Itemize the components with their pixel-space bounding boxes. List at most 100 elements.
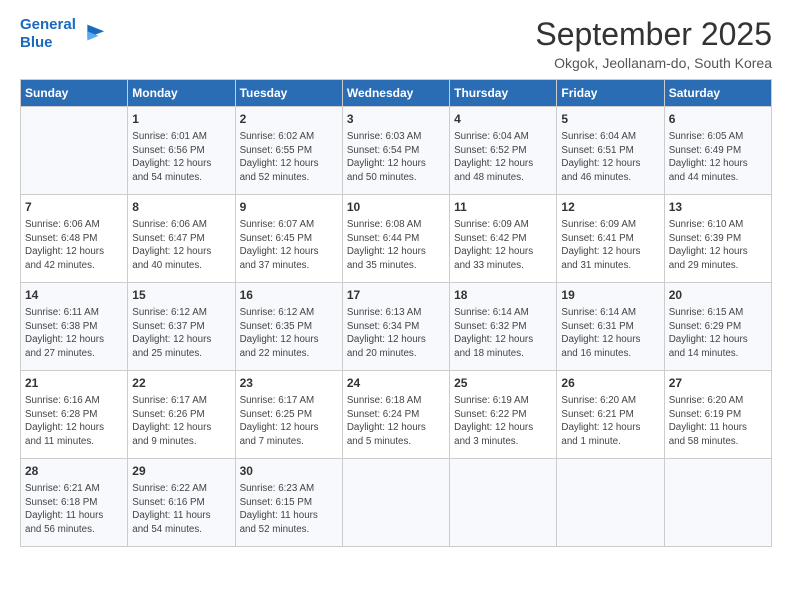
day-number: 26 <box>561 375 659 392</box>
day-info: Sunrise: 6:17 AM Sunset: 6:26 PM Dayligh… <box>132 394 230 449</box>
day-number: 21 <box>25 375 123 392</box>
day-info: Sunrise: 6:09 AM Sunset: 6:41 PM Dayligh… <box>561 218 659 273</box>
day-number: 18 <box>454 287 552 304</box>
day-number: 2 <box>240 111 338 128</box>
calendar-cell <box>557 459 664 547</box>
day-number: 19 <box>561 287 659 304</box>
day-info: Sunrise: 6:03 AM Sunset: 6:54 PM Dayligh… <box>347 130 445 185</box>
calendar-cell: 1Sunrise: 6:01 AM Sunset: 6:56 PM Daylig… <box>128 107 235 195</box>
day-number: 5 <box>561 111 659 128</box>
logo: General Blue <box>20 16 106 52</box>
col-header-thursday: Thursday <box>450 80 557 107</box>
calendar-cell <box>450 459 557 547</box>
day-number: 17 <box>347 287 445 304</box>
title-block: September 2025 Okgok, Jeollanam-do, Sout… <box>535 16 772 71</box>
location-subtitle: Okgok, Jeollanam-do, South Korea <box>535 55 772 71</box>
col-header-friday: Friday <box>557 80 664 107</box>
calendar-cell: 17 Sunrise: 6:13 AM Sunset: 6:34 PM Dayli… <box>342 283 449 371</box>
calendar-cell: 3 Sunrise: 6:03 AM Sunset: 6:54 PM Daylig… <box>342 107 449 195</box>
calendar-cell <box>664 459 771 547</box>
day-info: Sunrise: 6:01 AM Sunset: 6:56 PM Dayligh… <box>132 130 230 185</box>
calendar-cell: 28 Sunrise: 6:21 AM Sunset: 6:18 PM Dayli… <box>21 459 128 547</box>
month-title: September 2025 <box>535 16 772 53</box>
day-info: Sunrise: 6:09 AM Sunset: 6:42 PM Dayligh… <box>454 218 552 273</box>
day-info: Sunrise: 6:14 AM Sunset: 6:32 PM Dayligh… <box>454 306 552 361</box>
day-number: 25 <box>454 375 552 392</box>
day-number: 24 <box>347 375 445 392</box>
day-number: 28 <box>25 463 123 480</box>
day-info: Sunrise: 6:06 AM Sunset: 6:48 PM Dayligh… <box>25 218 123 273</box>
day-info: Sunrise: 6:04 AM Sunset: 6:51 PM Dayligh… <box>561 130 659 185</box>
day-info: Sunrise: 6:07 AM Sunset: 6:45 PM Dayligh… <box>240 218 338 273</box>
calendar-cell: 23 Sunrise: 6:17 AM Sunset: 6:25 PM Dayli… <box>235 371 342 459</box>
day-number: 14 <box>25 287 123 304</box>
day-info: Sunrise: 6:10 AM Sunset: 6:39 PM Dayligh… <box>669 218 767 273</box>
day-info: Sunrise: 6:06 AM Sunset: 6:47 PM Dayligh… <box>132 218 230 273</box>
week-row-1: 1Sunrise: 6:01 AM Sunset: 6:56 PM Daylig… <box>21 107 772 195</box>
calendar-cell <box>342 459 449 547</box>
col-header-sunday: Sunday <box>21 80 128 107</box>
calendar-cell: 5 Sunrise: 6:04 AM Sunset: 6:51 PM Daylig… <box>557 107 664 195</box>
week-row-5: 28 Sunrise: 6:21 AM Sunset: 6:18 PM Dayli… <box>21 459 772 547</box>
calendar-cell: 7 Sunrise: 6:06 AM Sunset: 6:48 PM Daylig… <box>21 195 128 283</box>
calendar-cell: 2 Sunrise: 6:02 AM Sunset: 6:55 PM Daylig… <box>235 107 342 195</box>
day-info: Sunrise: 6:02 AM Sunset: 6:55 PM Dayligh… <box>240 130 338 185</box>
day-info: Sunrise: 6:20 AM Sunset: 6:19 PM Dayligh… <box>669 394 767 449</box>
calendar-cell: 10 Sunrise: 6:08 AM Sunset: 6:44 PM Dayli… <box>342 195 449 283</box>
calendar-table: SundayMondayTuesdayWednesdayThursdayFrid… <box>20 79 772 547</box>
day-number: 3 <box>347 111 445 128</box>
day-info: Sunrise: 6:11 AM Sunset: 6:38 PM Dayligh… <box>25 306 123 361</box>
day-info: Sunrise: 6:13 AM Sunset: 6:34 PM Dayligh… <box>347 306 445 361</box>
day-info: Sunrise: 6:21 AM Sunset: 6:18 PM Dayligh… <box>25 482 123 537</box>
calendar-cell: 6Sunrise: 6:05 AM Sunset: 6:49 PM Daylig… <box>664 107 771 195</box>
col-header-wednesday: Wednesday <box>342 80 449 107</box>
logo-text2: Blue <box>20 34 76 52</box>
day-info: Sunrise: 6:14 AM Sunset: 6:31 PM Dayligh… <box>561 306 659 361</box>
col-header-tuesday: Tuesday <box>235 80 342 107</box>
day-info: Sunrise: 6:15 AM Sunset: 6:29 PM Dayligh… <box>669 306 767 361</box>
day-number: 29 <box>132 463 230 480</box>
day-info: Sunrise: 6:17 AM Sunset: 6:25 PM Dayligh… <box>240 394 338 449</box>
day-info: Sunrise: 6:23 AM Sunset: 6:15 PM Dayligh… <box>240 482 338 537</box>
col-header-monday: Monday <box>128 80 235 107</box>
day-number: 6 <box>669 111 767 128</box>
calendar-cell: 14 Sunrise: 6:11 AM Sunset: 6:38 PM Dayli… <box>21 283 128 371</box>
calendar-cell: 12Sunrise: 6:09 AM Sunset: 6:41 PM Dayli… <box>557 195 664 283</box>
day-number: 27 <box>669 375 767 392</box>
day-number: 9 <box>240 199 338 216</box>
day-info: Sunrise: 6:22 AM Sunset: 6:16 PM Dayligh… <box>132 482 230 537</box>
header: General Blue September 2025 Okgok, Jeoll… <box>20 16 772 71</box>
calendar-cell: 16Sunrise: 6:12 AM Sunset: 6:35 PM Dayli… <box>235 283 342 371</box>
calendar-cell: 20 Sunrise: 6:15 AM Sunset: 6:29 PM Dayli… <box>664 283 771 371</box>
day-number: 15 <box>132 287 230 304</box>
day-number: 10 <box>347 199 445 216</box>
calendar-cell: 8 Sunrise: 6:06 AM Sunset: 6:47 PM Daylig… <box>128 195 235 283</box>
day-number: 20 <box>669 287 767 304</box>
week-row-2: 7 Sunrise: 6:06 AM Sunset: 6:48 PM Daylig… <box>21 195 772 283</box>
day-info: Sunrise: 6:20 AM Sunset: 6:21 PM Dayligh… <box>561 394 659 449</box>
calendar-cell: 27 Sunrise: 6:20 AM Sunset: 6:19 PM Dayli… <box>664 371 771 459</box>
day-info: Sunrise: 6:12 AM Sunset: 6:37 PM Dayligh… <box>132 306 230 361</box>
day-number: 23 <box>240 375 338 392</box>
day-number: 22 <box>132 375 230 392</box>
calendar-cell: 11Sunrise: 6:09 AM Sunset: 6:42 PM Dayli… <box>450 195 557 283</box>
calendar-cell: 24 Sunrise: 6:18 AM Sunset: 6:24 PM Dayli… <box>342 371 449 459</box>
day-info: Sunrise: 6:08 AM Sunset: 6:44 PM Dayligh… <box>347 218 445 273</box>
day-number: 30 <box>240 463 338 480</box>
day-info: Sunrise: 6:16 AM Sunset: 6:28 PM Dayligh… <box>25 394 123 449</box>
calendar-cell: 30 Sunrise: 6:23 AM Sunset: 6:15 PM Dayli… <box>235 459 342 547</box>
day-info: Sunrise: 6:12 AM Sunset: 6:35 PM Dayligh… <box>240 306 338 361</box>
logo-icon <box>78 20 106 48</box>
day-number: 7 <box>25 199 123 216</box>
day-number: 13 <box>669 199 767 216</box>
day-info: Sunrise: 6:18 AM Sunset: 6:24 PM Dayligh… <box>347 394 445 449</box>
day-number: 8 <box>132 199 230 216</box>
header-row: SundayMondayTuesdayWednesdayThursdayFrid… <box>21 80 772 107</box>
calendar-cell <box>21 107 128 195</box>
calendar-cell: 15 Sunrise: 6:12 AM Sunset: 6:37 PM Dayli… <box>128 283 235 371</box>
logo-text: General <box>20 16 76 34</box>
day-info: Sunrise: 6:04 AM Sunset: 6:52 PM Dayligh… <box>454 130 552 185</box>
day-info: Sunrise: 6:19 AM Sunset: 6:22 PM Dayligh… <box>454 394 552 449</box>
day-number: 4 <box>454 111 552 128</box>
calendar-cell: 21 Sunrise: 6:16 AM Sunset: 6:28 PM Dayli… <box>21 371 128 459</box>
